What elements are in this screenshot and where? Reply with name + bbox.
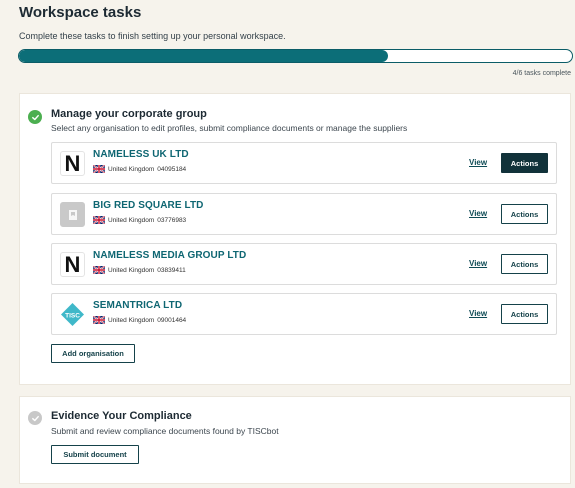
task-card-evidence-compliance: Evidence Your Compliance Submit and revi… [19,396,571,484]
organisation-number: 03776983 [157,216,187,224]
organisation-number: 09001464 [157,316,187,324]
organisation-country: United Kingdom [108,266,155,274]
actions-button[interactable]: Actions [501,254,548,274]
organisation-meta: United Kingdom 04095184 [93,165,186,173]
organisation-country: United Kingdom [108,216,155,224]
organisation-row[interactable]: N NAMELESS UK LTD United Kingdom 0409518… [51,142,557,184]
organisation-row[interactable]: TISC SEMANTRICA LTD United Kingdom 09001… [51,293,557,335]
uk-flag-icon [93,266,105,274]
organisation-name[interactable]: SEMANTRICA LTD [93,300,182,311]
organisation-country: United Kingdom [108,165,155,173]
task-description: Submit and review compliance documents f… [51,426,279,436]
task-card-corporate-group: Manage your corporate group Select any o… [19,93,571,385]
task-description: Select any organisation to edit profiles… [51,123,408,133]
check-icon [28,110,42,124]
task-title: Manage your corporate group [51,108,207,120]
view-link[interactable]: View [469,259,487,268]
placeholder-logo [60,202,85,227]
organisation-meta: United Kingdom 09001464 [93,316,186,324]
letter-n-logo: N [60,252,85,277]
uk-flag-icon [93,316,105,324]
uk-flag-icon [93,216,105,224]
add-organisation-button[interactable]: Add organisation [51,344,135,363]
organisation-row[interactable]: N NAMELESS MEDIA GROUP LTD United Kingdo… [51,243,557,285]
organisation-meta: United Kingdom 03776983 [93,216,186,224]
organisation-row[interactable]: BIG RED SQUARE LTD United Kingdom 037769… [51,193,557,235]
organisation-country: United Kingdom [108,316,155,324]
organisation-name[interactable]: NAMELESS UK LTD [93,149,189,160]
progress-label: 4/6 tasks complete [512,70,571,77]
page-title: Workspace tasks [19,4,142,21]
organisation-number: 04095184 [157,165,187,173]
uk-flag-icon [93,165,105,173]
page-subtitle: Complete these tasks to finish setting u… [19,31,286,41]
submit-document-button[interactable]: Submit document [51,445,139,464]
tisc-logo: TISC [60,302,85,327]
actions-button[interactable]: Actions [501,304,548,324]
progress-bar [18,49,573,63]
view-link[interactable]: View [469,209,487,218]
organisation-name[interactable]: NAMELESS MEDIA GROUP LTD [93,250,246,261]
svg-text:TISC: TISC [65,313,80,320]
organisation-meta: United Kingdom 03839411 [93,266,186,274]
actions-button[interactable]: Actions [501,204,548,224]
actions-button[interactable]: Actions [501,153,548,173]
task-title: Evidence Your Compliance [51,410,192,422]
letter-n-logo: N [60,151,85,176]
organisation-name[interactable]: BIG RED SQUARE LTD [93,200,204,211]
check-icon [28,411,42,425]
progress-bar-fill [19,50,388,62]
organisation-number: 03839411 [157,266,186,274]
view-link[interactable]: View [469,309,487,318]
view-link[interactable]: View [469,158,487,167]
